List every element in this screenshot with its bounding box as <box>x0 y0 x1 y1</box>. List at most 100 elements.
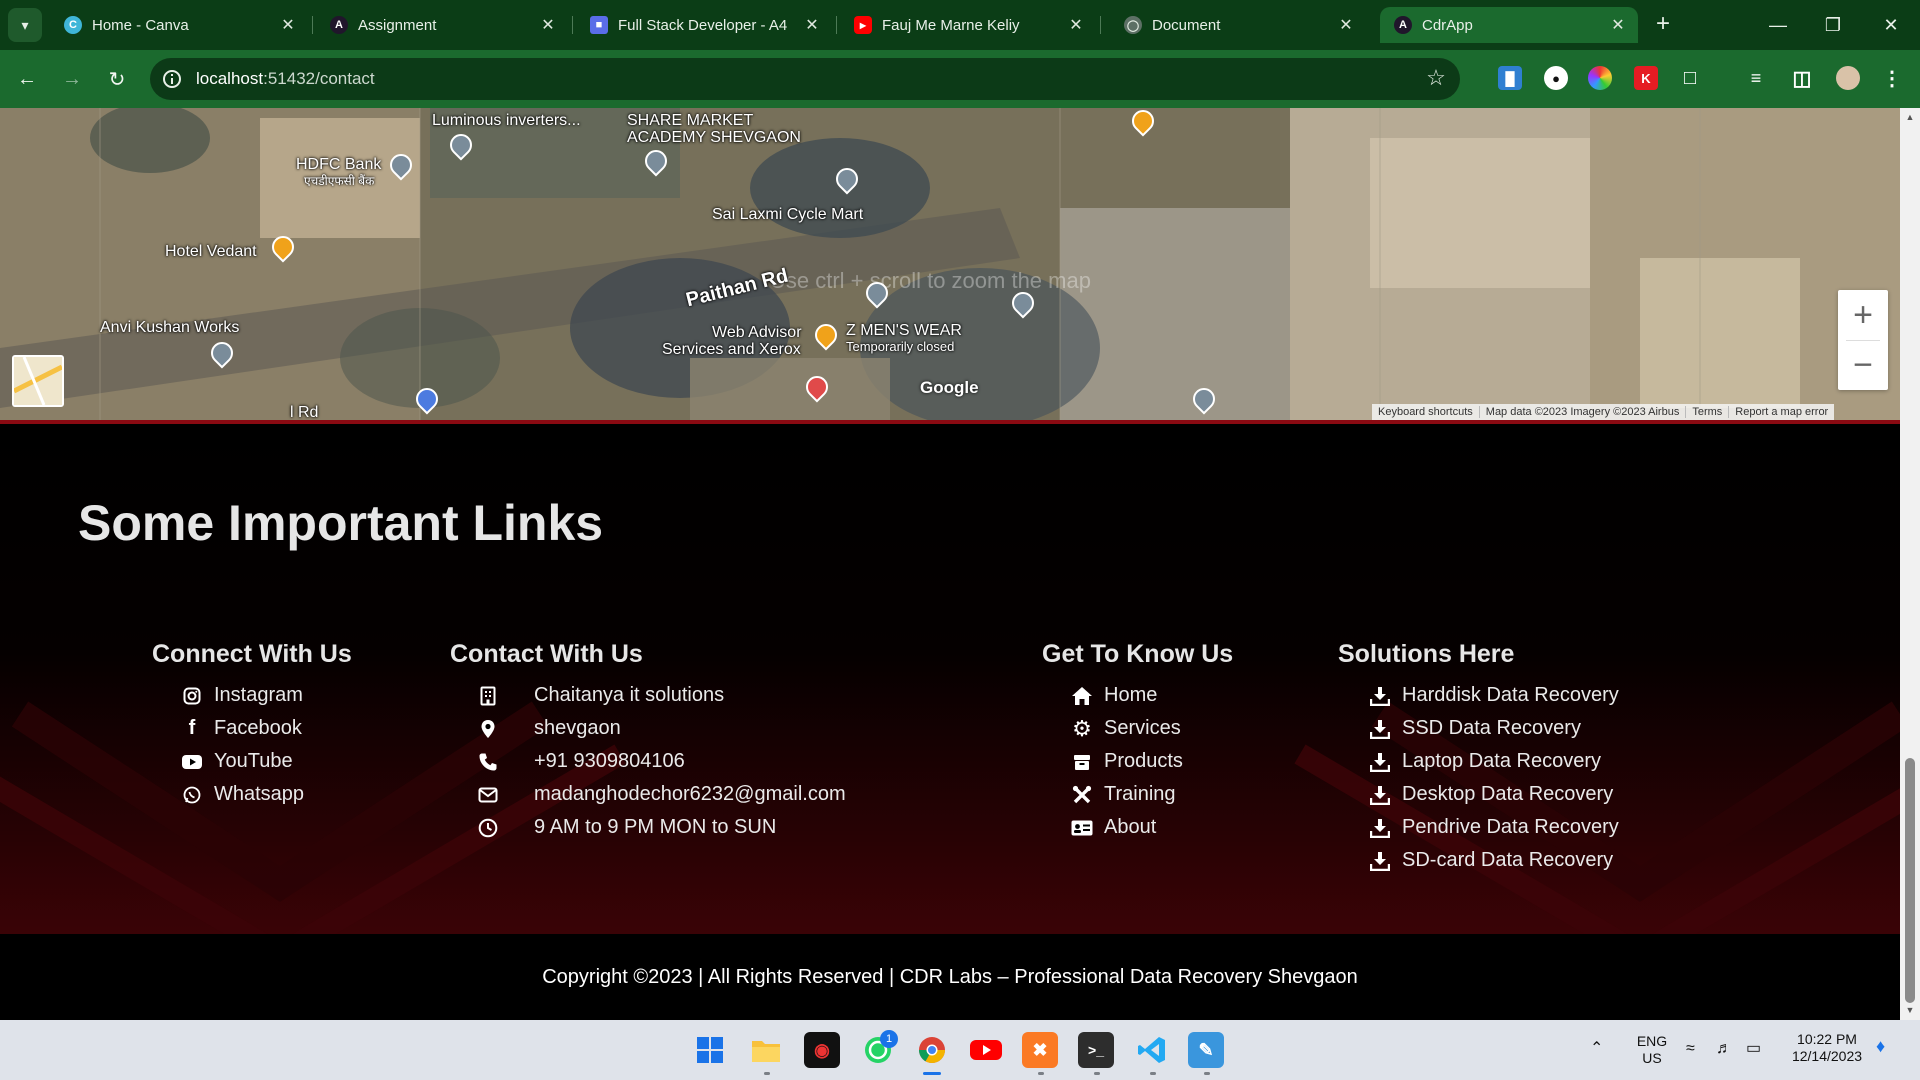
solution-link-label[interactable]: SD-card Data Recovery <box>1402 849 1613 872</box>
scroll-down-arrow-icon[interactable]: ▼ <box>1905 1005 1915 1015</box>
notification-bell-icon[interactable]: ♦ <box>1876 1037 1885 1055</box>
solution-link-ssd[interactable]: SSD Data Recovery <box>1368 712 1619 745</box>
close-icon[interactable]: ✕ <box>538 15 558 35</box>
report-map-error-link[interactable]: Report a map error <box>1729 406 1834 418</box>
reload-button[interactable]: ↻ <box>102 64 132 94</box>
language-indicator[interactable]: ENG US <box>1632 1033 1672 1067</box>
extension-circle-icon[interactable]: ● <box>1544 66 1568 90</box>
screen-recorder-icon[interactable]: ◉ <box>804 1032 840 1068</box>
solution-link-sd-card[interactable]: SD-card Data Recovery <box>1368 844 1619 877</box>
side-panel-icon[interactable]: ◫ <box>1790 66 1814 90</box>
nav-link-label[interactable]: Home <box>1104 684 1157 707</box>
battery-icon[interactable]: ▭ <box>1746 1040 1761 1057</box>
close-icon[interactable]: ✕ <box>1336 15 1356 35</box>
clock-display[interactable]: 10:22 PM 12/14/2023 <box>1780 1031 1874 1065</box>
solution-link-label[interactable]: Laptop Data Recovery <box>1402 750 1601 773</box>
wifi-icon[interactable]: ≈ <box>1686 1040 1695 1057</box>
close-icon[interactable]: ✕ <box>1608 15 1628 35</box>
start-icon[interactable] <box>692 1032 728 1068</box>
address-bar[interactable]: localhost:51432/contact ☆ <box>150 58 1460 100</box>
terminal-icon[interactable]: >_ <box>1078 1032 1114 1068</box>
solution-link-label[interactable]: Desktop Data Recovery <box>1402 783 1613 806</box>
contact-item-phone[interactable]: +91 9309804106 <box>476 745 846 778</box>
map-place-label[interactable]: Luminous inverters... <box>432 112 581 129</box>
bookmark-star-icon[interactable]: ☆ <box>1424 67 1448 91</box>
connect-link-youtube[interactable]: YouTube <box>180 745 352 778</box>
volume-icon[interactable]: ♬ <box>1716 1040 1732 1057</box>
embedded-map[interactable]: Use ctrl + scroll to zoom the map Lumino… <box>0 108 1900 420</box>
map-place-label[interactable]: Hotel Vedant <box>165 243 257 260</box>
zoom-in-button[interactable]: + <box>1838 290 1888 340</box>
new-tab-button[interactable]: + <box>1650 12 1676 38</box>
tab-full-stack-developer[interactable]: ■ Full Stack Developer - A4 ✕ <box>576 7 832 43</box>
map-place-label[interactable]: Web Advisor <box>712 324 802 341</box>
map-place-label[interactable]: Sai Laxmi Cycle Mart <box>712 206 863 223</box>
nav-link-label[interactable]: Products <box>1104 750 1183 773</box>
terms-link[interactable]: Terms <box>1686 406 1730 418</box>
tab-assignment[interactable]: A Assignment ✕ <box>316 7 568 43</box>
restore-button[interactable]: ❐ <box>1818 10 1848 40</box>
scroll-up-arrow-icon[interactable]: ▲ <box>1905 112 1915 122</box>
nav-link-label[interactable]: Training <box>1104 783 1176 806</box>
close-icon[interactable]: ✕ <box>1066 15 1086 35</box>
map-place-label[interactable]: Z MEN'S WEAR <box>846 322 962 339</box>
profile-avatar[interactable] <box>1836 66 1860 90</box>
solution-link-pendrive[interactable]: Pendrive Data Recovery <box>1368 811 1619 844</box>
map-layer-toggle[interactable] <box>12 355 64 407</box>
tab-youtube-video[interactable]: ▶ Fauj Me Marne Keliy ✕ <box>840 7 1096 43</box>
extension-color-picker-icon[interactable] <box>1588 66 1612 90</box>
nav-link-products[interactable]: Products <box>1070 745 1233 778</box>
extensions-puzzle-icon[interactable]: □ <box>1678 66 1702 90</box>
tab-canva[interactable]: C Home - Canva ✕ <box>50 7 308 43</box>
solution-link-laptop[interactable]: Laptop Data Recovery <box>1368 745 1619 778</box>
file-explorer-icon[interactable] <box>748 1032 784 1068</box>
extension-docs-icon[interactable]: █ <box>1498 66 1522 90</box>
vscode-icon[interactable] <box>1134 1032 1170 1068</box>
contact-phone-text[interactable]: +91 9309804106 <box>534 750 685 773</box>
tab-cdrapp[interactable]: A CdrApp ✕ <box>1380 7 1638 43</box>
chrome-icon[interactable] <box>914 1032 950 1068</box>
contact-email-text[interactable]: madanghodechor6232@gmail.com <box>534 783 846 806</box>
tab-search-button[interactable]: ▾ <box>8 8 42 42</box>
connect-link-label[interactable]: Instagram <box>214 684 303 707</box>
zoom-out-button[interactable]: − <box>1838 340 1888 390</box>
scrollbar-thumb[interactable] <box>1905 758 1915 1003</box>
tab-document[interactable]: ◯ Document ✕ <box>1110 7 1366 43</box>
url-text[interactable]: localhost:51432/contact <box>196 69 375 89</box>
map-place-label[interactable]: Anvi Kushan Works <box>100 319 239 336</box>
map-place-label[interactable]: HDFC Bank <box>296 156 381 173</box>
connect-link-label[interactable]: YouTube <box>214 750 293 773</box>
connect-link-label[interactable]: Facebook <box>214 717 302 740</box>
nav-link-home[interactable]: Home <box>1070 679 1233 712</box>
connect-link-instagram[interactable]: Instagram <box>180 679 352 712</box>
window-close-button[interactable]: ✕ <box>1876 10 1906 40</box>
page-scrollbar[interactable]: ▲ ▼ <box>1900 108 1920 1020</box>
contact-item-email[interactable]: madanghodechor6232@gmail.com <box>476 778 846 811</box>
media-control-icon[interactable]: ≡ <box>1744 66 1768 90</box>
menu-kebab-icon[interactable]: ⋮ <box>1880 66 1904 90</box>
nav-link-label[interactable]: About <box>1104 816 1156 839</box>
nav-link-label[interactable]: Services <box>1104 717 1181 740</box>
forward-button[interactable]: → <box>57 64 87 94</box>
xampp-icon[interactable]: ✖ <box>1022 1032 1058 1068</box>
solution-link-label[interactable]: Pendrive Data Recovery <box>1402 816 1619 839</box>
solution-link-desktop[interactable]: Desktop Data Recovery <box>1368 778 1619 811</box>
minimize-button[interactable]: — <box>1763 10 1793 40</box>
info-icon[interactable] <box>162 69 182 89</box>
nav-link-about[interactable]: About <box>1070 811 1233 844</box>
connect-link-label[interactable]: Whatsapp <box>214 783 304 806</box>
back-button[interactable]: ← <box>12 64 42 94</box>
connect-link-whatsapp[interactable]: Whatsapp <box>180 778 352 811</box>
solution-link-harddisk[interactable]: Harddisk Data Recovery <box>1368 679 1619 712</box>
extension-k-icon[interactable]: K <box>1634 66 1658 90</box>
close-icon[interactable]: ✕ <box>278 15 298 35</box>
connect-link-facebook[interactable]: f Facebook <box>180 712 352 745</box>
map-place-label[interactable]: Services and Xerox <box>662 341 801 358</box>
map-place-label[interactable]: ACADEMY SHEVGAON <box>627 129 801 146</box>
close-icon[interactable]: ✕ <box>802 15 822 35</box>
keyboard-shortcuts-link[interactable]: Keyboard shortcuts <box>1372 406 1480 418</box>
nav-link-training[interactable]: Training <box>1070 778 1233 811</box>
youtube-icon[interactable] <box>968 1032 1004 1068</box>
nav-link-services[interactable]: ⚙ Services <box>1070 712 1233 745</box>
map-place-label[interactable]: SHARE MARKET <box>627 112 753 129</box>
